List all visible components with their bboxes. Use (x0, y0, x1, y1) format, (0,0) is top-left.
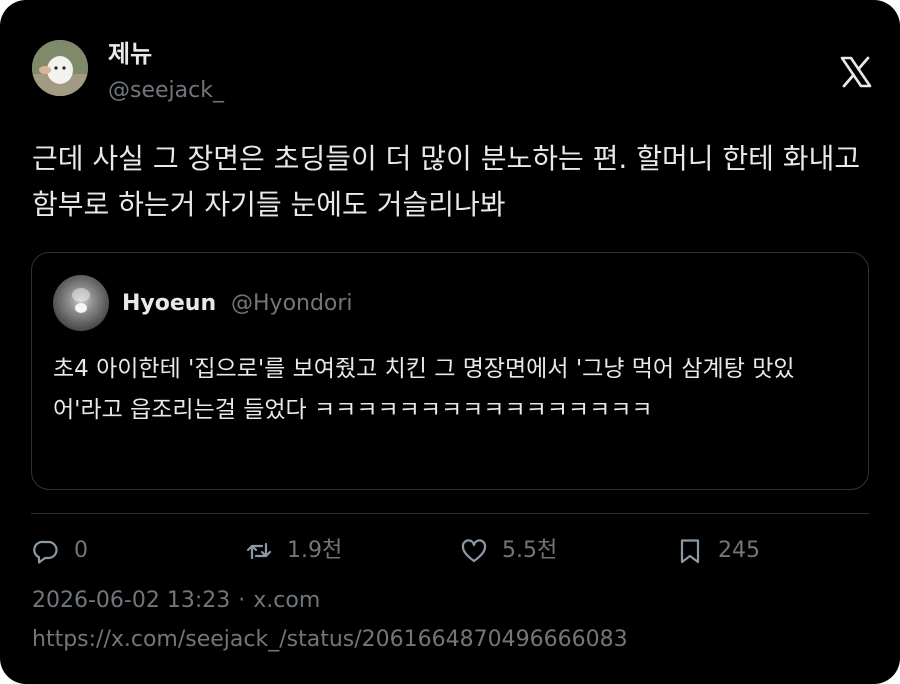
reply-button[interactable]: 0 (32, 534, 88, 568)
heart-icon (461, 539, 487, 563)
like-count: 5.5천 (502, 538, 558, 563)
author-handle[interactable]: @seejack_ (108, 78, 224, 104)
quoted-author-handle[interactable]: @Hyondori (231, 291, 353, 317)
retweet-count: 1.9천 (287, 538, 343, 563)
tweet-url[interactable]: https://x.com/seejack_/status/2061664870… (32, 627, 628, 653)
author-avatar[interactable] (32, 40, 88, 96)
x-logo-icon[interactable] (839, 56, 873, 88)
like-button[interactable]: 5.5천 (460, 534, 557, 568)
quoted-tweet[interactable]: Hyoeun @Hyondori 초4 아이한테 '집으로'를 보여줬고 치킨 … (31, 252, 869, 490)
quoted-tweet-text: 초4 아이한테 '집으로'를 보여줬고 치킨 그 명장면에서 '그냥 먹어 삼계… (53, 356, 795, 423)
retweet-icon (246, 542, 272, 560)
tweet-text: 근데 사실 그 장면은 초딩들이 더 많이 분노하는 편. 할머니 한테 화내고… (32, 142, 861, 221)
bookmark-count: 245 (718, 538, 760, 563)
timestamp[interactable]: 2026-06-02 13:23 (32, 588, 230, 613)
bookmark-button[interactable]: 245 (676, 534, 760, 568)
quoted-author-name[interactable]: Hyoeun (122, 291, 216, 317)
source-link[interactable]: x.com (253, 588, 320, 613)
reply-count: 0 (74, 538, 88, 563)
author-name[interactable]: 제뉴 (108, 40, 152, 68)
bookmark-icon (680, 539, 700, 564)
reply-icon (33, 540, 58, 564)
meta-separator: · (238, 588, 246, 613)
tweet-card: 제뉴 @seejack_ 근데 사실 그 장면은 초딩들이 더 많이 분노하는 … (0, 0, 900, 684)
retweet-button[interactable]: 1.9천 (245, 534, 342, 568)
tweet-meta: 2026-06-02 13:23 · x.com (32, 588, 320, 614)
divider (31, 513, 869, 514)
quoted-author-avatar[interactable] (53, 275, 109, 331)
